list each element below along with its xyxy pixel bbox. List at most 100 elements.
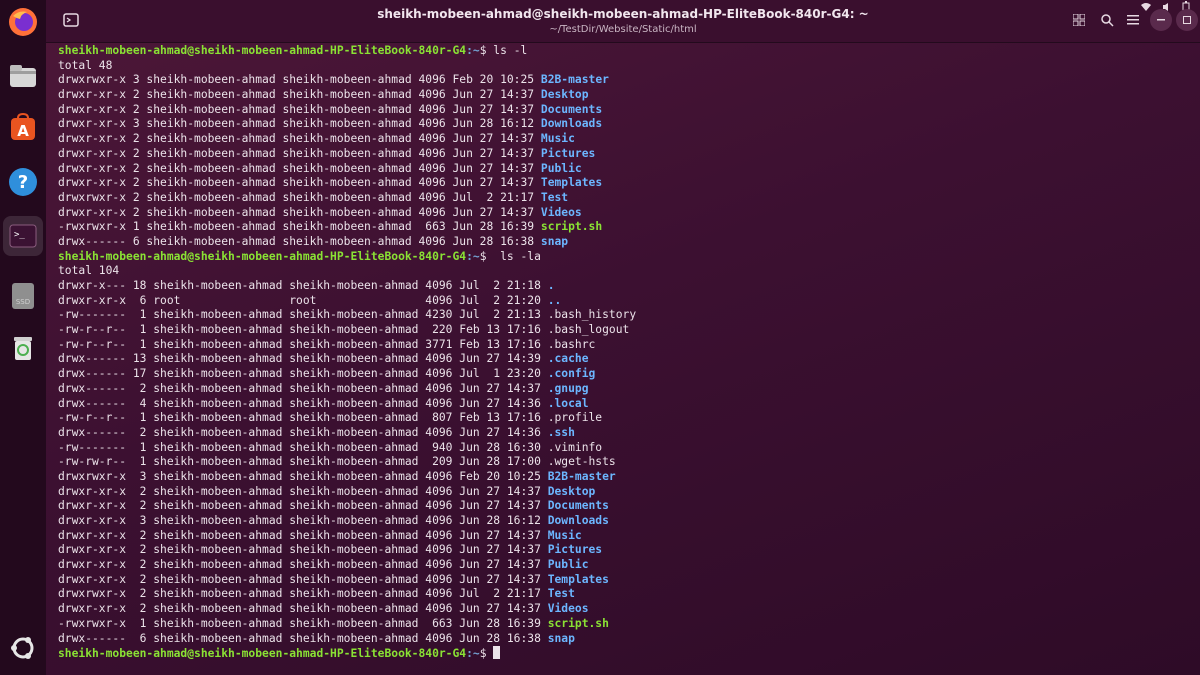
listing-row: drwxr-xr-x 2 sheikh-mobeen-ahmad sheikh-… [58, 558, 1188, 573]
files-icon [10, 65, 36, 87]
listing-meta: drwxrwxr-x 2 sheikh-mobeen-ahmad sheikh-… [58, 190, 541, 204]
listing-name: .local [547, 396, 589, 410]
listing-name: Public [547, 558, 589, 572]
listing-meta: drwxr-xr-x 2 sheikh-mobeen-ahmad sheikh-… [58, 543, 548, 557]
help-launcher[interactable]: ? [3, 162, 43, 202]
listing-row: drwx------ 6 sheikh-mobeen-ahmad sheikh-… [58, 632, 1188, 647]
svg-text:A: A [17, 122, 29, 140]
menu-button[interactable] [1122, 9, 1144, 31]
listing-meta: drwxrwxr-x 3 sheikh-mobeen-ahmad sheikh-… [58, 73, 541, 87]
listing-meta: drwxr-xr-x 3 sheikh-mobeen-ahmad sheikh-… [58, 514, 548, 527]
svg-text:SSD: SSD [16, 298, 30, 306]
window-title: sheikh-mobeen-ahmad@sheikh-mobeen-ahmad-… [377, 7, 869, 21]
show-apps-button[interactable] [3, 628, 43, 668]
trash-icon [14, 337, 32, 360]
listing-meta: -rw-rw-r-- 1 sheikh-mobeen-ahmad sheikh-… [58, 455, 548, 469]
listing-name: .bash_logout [547, 323, 630, 337]
firefox-launcher[interactable] [3, 2, 43, 42]
listing-meta: drwx------ 6 sheikh-mobeen-ahmad sheikh-… [58, 631, 548, 645]
listing-name: Desktop [540, 88, 589, 102]
firefox-icon [9, 8, 37, 36]
listing-name: Music [547, 528, 582, 542]
search-button[interactable] [1096, 9, 1118, 31]
listing-name: Templates [547, 572, 609, 586]
listing-name: Templates [540, 176, 603, 190]
listing-row: drwxr-xr-x 2 sheikh-mobeen-ahmad sheikh-… [58, 602, 1188, 617]
listing-meta: -rw-r--r-- 1 sheikh-mobeen-ahmad sheikh-… [58, 323, 548, 337]
listing-row: drwxr-xr-x 2 sheikh-mobeen-ahmad sheikh-… [58, 162, 1188, 177]
listing-row: drwxr-xr-x 2 sheikh-mobeen-ahmad sheikh-… [58, 543, 1188, 558]
listing-name: snap [540, 234, 569, 248]
prompt-user: sheikh-mobeen-ahmad@sheikh-mobeen-ahmad-… [58, 647, 467, 661]
listing-row: drwxr-xr-x 3 sheikh-mobeen-ahmad sheikh-… [58, 514, 1188, 529]
listing-meta: drwx------ 4 sheikh-mobeen-ahmad sheikh-… [58, 396, 548, 410]
minimize-button[interactable] [1150, 9, 1172, 31]
software-icon: A [11, 112, 35, 140]
svg-text:?: ? [18, 172, 28, 193]
listing-row: drwxrwxr-x 3 sheikh-mobeen-ahmad sheikh-… [58, 73, 1188, 88]
listing-row: drwxr-xr-x 2 sheikh-mobeen-ahmad sheikh-… [58, 206, 1188, 221]
title-bar[interactable]: sheikh-mobeen-ahmad@sheikh-mobeen-ahmad-… [46, 0, 1200, 43]
listing-row: drwxr-xr-x 2 sheikh-mobeen-ahmad sheikh-… [58, 499, 1188, 514]
terminal-window[interactable]: sheikh-mobeen-ahmad@sheikh-mobeen-ahmad-… [46, 0, 1200, 675]
grid-view-button[interactable] [1068, 9, 1090, 31]
svg-text:>_: >_ [14, 230, 25, 240]
terminal-output[interactable]: sheikh-mobeen-ahmad@sheikh-mobeen-ahmad-… [58, 44, 1188, 674]
listing-meta: drwxr-xr-x 2 sheikh-mobeen-ahmad sheikh-… [58, 528, 548, 542]
command-text: $ ls -l [479, 44, 528, 57]
listing-meta: -rwxrwxr-x 1 sheikh-mobeen-ahmad sheikh-… [58, 220, 541, 234]
listing-meta: drwxr-xr-x 3 sheikh-mobeen-ahmad sheikh-… [58, 117, 541, 131]
software-launcher[interactable]: A [3, 108, 43, 148]
command-text: $ ls -la [479, 249, 541, 263]
listing-row: drwx------ 6 sheikh-mobeen-ahmad sheikh-… [58, 235, 1188, 250]
listing-row: drwxr-xr-x 2 sheikh-mobeen-ahmad sheikh-… [58, 103, 1188, 118]
search-icon [1100, 13, 1114, 27]
listing-row: drwxrwxr-x 2 sheikh-mobeen-ahmad sheikh-… [58, 587, 1188, 602]
listing-row: drwx------ 13 sheikh-mobeen-ahmad sheikh… [58, 352, 1188, 367]
listing-meta: drwxr-xr-x 2 sheikh-mobeen-ahmad sheikh-… [58, 205, 541, 219]
listing-name: Music [540, 132, 575, 146]
listing-row: drwx------ 17 sheikh-mobeen-ahmad sheikh… [58, 367, 1188, 382]
listing-name: Public [540, 161, 582, 175]
listing-row: drwxr-xr-x 2 sheikh-mobeen-ahmad sheikh-… [58, 147, 1188, 162]
maximize-icon [1183, 16, 1191, 24]
trash-launcher[interactable] [3, 328, 43, 368]
listing-row: drwxr-xr-x 2 sheikh-mobeen-ahmad sheikh-… [58, 88, 1188, 103]
listing-meta: drwxr-xr-x 2 sheikh-mobeen-ahmad sheikh-… [58, 484, 548, 498]
listing-meta: drwxr-xr-x 2 sheikh-mobeen-ahmad sheikh-… [58, 558, 548, 572]
prompt-line: sheikh-mobeen-ahmad@sheikh-mobeen-ahmad-… [58, 44, 1188, 59]
window-subtitle: ~/TestDir/Website/Static/html [549, 24, 697, 35]
terminal-launcher[interactable]: >_ [3, 216, 43, 256]
listing-name: .viminfo [547, 440, 603, 454]
prompt-line: sheikh-mobeen-ahmad@sheikh-mobeen-ahmad-… [58, 250, 1188, 265]
prompt-path: :~ [466, 44, 480, 57]
listing-row: drwxr-xr-x 3 sheikh-mobeen-ahmad sheikh-… [58, 117, 1188, 132]
prompt-user: sheikh-mobeen-ahmad@sheikh-mobeen-ahmad-… [58, 249, 467, 263]
listing-row: drwxr-xr-x 6 root root 4096 Jul 2 21:20 … [58, 294, 1188, 309]
listing-meta: drwxr-xr-x 2 sheikh-mobeen-ahmad sheikh-… [58, 88, 541, 102]
drive-launcher[interactable]: SSD [3, 276, 43, 316]
listing-row: drwxr-x--- 18 sheikh-mobeen-ahmad sheikh… [58, 279, 1188, 294]
listing-row: drwx------ 2 sheikh-mobeen-ahmad sheikh-… [58, 382, 1188, 397]
maximize-button[interactable] [1176, 9, 1198, 31]
listing-row: drwxr-xr-x 2 sheikh-mobeen-ahmad sheikh-… [58, 529, 1188, 544]
listing-name: .wget-hsts [547, 455, 616, 469]
listing-name: .. [547, 293, 562, 307]
files-launcher[interactable] [3, 56, 43, 96]
total-line: total 104 [58, 264, 120, 278]
listing-name: Test [547, 587, 575, 601]
listing-name: B2B-master [540, 73, 609, 87]
listing-name: B2B-master [547, 469, 616, 483]
hamburger-icon [1127, 15, 1139, 25]
listing-row: -rw-r--r-- 1 sheikh-mobeen-ahmad sheikh-… [58, 323, 1188, 338]
listing-name: script.sh [547, 616, 609, 630]
listing-name: Test [540, 190, 569, 204]
listing-name: Videos [547, 602, 589, 616]
drive-icon: SSD [12, 283, 34, 309]
listing-name: Downloads [547, 514, 609, 527]
listing-meta: drwx------ 2 sheikh-mobeen-ahmad sheikh-… [58, 425, 548, 439]
listing-row: -rwxrwxr-x 1 sheikh-mobeen-ahmad sheikh-… [58, 617, 1188, 632]
listing-row: drwxrwxr-x 3 sheikh-mobeen-ahmad sheikh-… [58, 470, 1188, 485]
listing-name: Pictures [540, 146, 596, 160]
listing-meta: -rwxrwxr-x 1 sheikh-mobeen-ahmad sheikh-… [58, 616, 548, 630]
